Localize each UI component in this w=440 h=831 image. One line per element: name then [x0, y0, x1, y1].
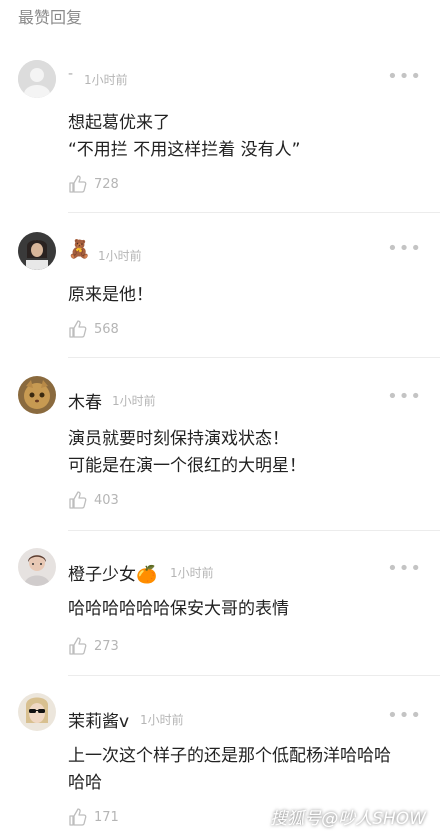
like-count: 728: [94, 176, 119, 192]
comment-item: 🧸 1小时前 ••• 原来是他！ 568: [0, 232, 440, 362]
avatar[interactable]: [18, 693, 56, 731]
comment-time: 1小时前: [112, 394, 156, 408]
divider: [68, 212, 440, 213]
more-options-button[interactable]: •••: [387, 705, 422, 726]
comment-text: 想起葛优来了 “不用拦 不用这样拦着 没有人”: [68, 110, 423, 164]
comment-time: 1小时前: [84, 73, 128, 87]
more-options-button[interactable]: •••: [387, 238, 422, 259]
comment-text: 上一次这个样子的还是那个低配杨洋哈哈哈 哈哈: [68, 743, 423, 797]
like-count: 273: [94, 638, 119, 654]
like-button[interactable]: 171: [68, 807, 119, 827]
girl-photo-icon: [18, 548, 56, 586]
thumbs-up-icon: [69, 808, 87, 826]
comment-item: 木春 1小时前 ••• 演员就要时刻保持演戏状态！ 可能是在演一个很红的大明星！…: [0, 376, 440, 531]
like-button[interactable]: 403: [68, 490, 119, 510]
comment-line: 想起葛优来了: [68, 113, 170, 133]
comment-time: 1小时前: [140, 713, 184, 727]
comment-item: 橙子少女🍊 1小时前 ••• 哈哈哈哈哈哈保安大哥的表情 273: [0, 548, 440, 678]
divider: [68, 675, 440, 676]
thumbs-up-icon: [69, 175, 87, 193]
comment-text: 哈哈哈哈哈哈保安大哥的表情: [68, 596, 423, 623]
comment-time: 1小时前: [170, 566, 214, 580]
default-avatar-icon: [18, 60, 56, 98]
watermark: 搜狐号@吵人SHOW: [270, 809, 426, 829]
comment-author[interactable]: -: [68, 66, 73, 82]
comment-line: 上一次这个样子的还是那个低配杨洋哈哈哈: [68, 746, 391, 766]
comment-author[interactable]: 橙子少女🍊: [68, 560, 157, 585]
comment-line: 哈哈哈哈哈哈保安大哥的表情: [68, 599, 289, 619]
comment-line: 原来是他！: [68, 285, 153, 305]
thumbs-up-icon: [69, 637, 87, 655]
thumbs-up-icon: [69, 320, 87, 338]
comment-author[interactable]: 茉莉酱v: [68, 707, 129, 732]
comment-line: “不用拦 不用这样拦着 没有人”: [68, 140, 301, 160]
like-button[interactable]: 728: [68, 174, 119, 194]
comment-line: 可能是在演一个很红的大明星！: [68, 456, 306, 476]
comment-time: 1小时前: [98, 249, 142, 263]
comment-line: 哈哈: [68, 773, 102, 793]
more-options-button[interactable]: •••: [387, 386, 422, 407]
like-button[interactable]: 568: [68, 319, 119, 339]
divider: [68, 357, 440, 358]
like-count: 171: [94, 809, 119, 825]
comment-text: 原来是他！: [68, 282, 423, 309]
comment-text: 演员就要时刻保持演戏状态！ 可能是在演一个很红的大明星！: [68, 426, 423, 480]
cat-photo-icon: [18, 376, 56, 414]
like-count: 568: [94, 321, 119, 337]
avatar[interactable]: [18, 60, 56, 98]
comment-author[interactable]: 木春: [68, 388, 102, 413]
comment-author[interactable]: 🧸: [68, 239, 90, 260]
like-button[interactable]: 273: [68, 636, 119, 656]
avatar[interactable]: [18, 548, 56, 586]
like-count: 403: [94, 492, 119, 508]
comment-line: 演员就要时刻保持演戏状态！: [68, 429, 289, 449]
more-options-button[interactable]: •••: [387, 66, 422, 87]
section-title: 最赞回复: [18, 8, 83, 27]
comment-item: - 1小时前 ••• 想起葛优来了 “不用拦 不用这样拦着 没有人” 728: [0, 60, 440, 213]
avatar[interactable]: [18, 376, 56, 414]
divider: [68, 530, 440, 531]
thumbs-up-icon: [69, 491, 87, 509]
sunglasses-photo-icon: [18, 693, 56, 731]
more-options-button[interactable]: •••: [387, 558, 422, 579]
avatar[interactable]: [18, 232, 56, 270]
user-photo-icon: [18, 232, 56, 270]
